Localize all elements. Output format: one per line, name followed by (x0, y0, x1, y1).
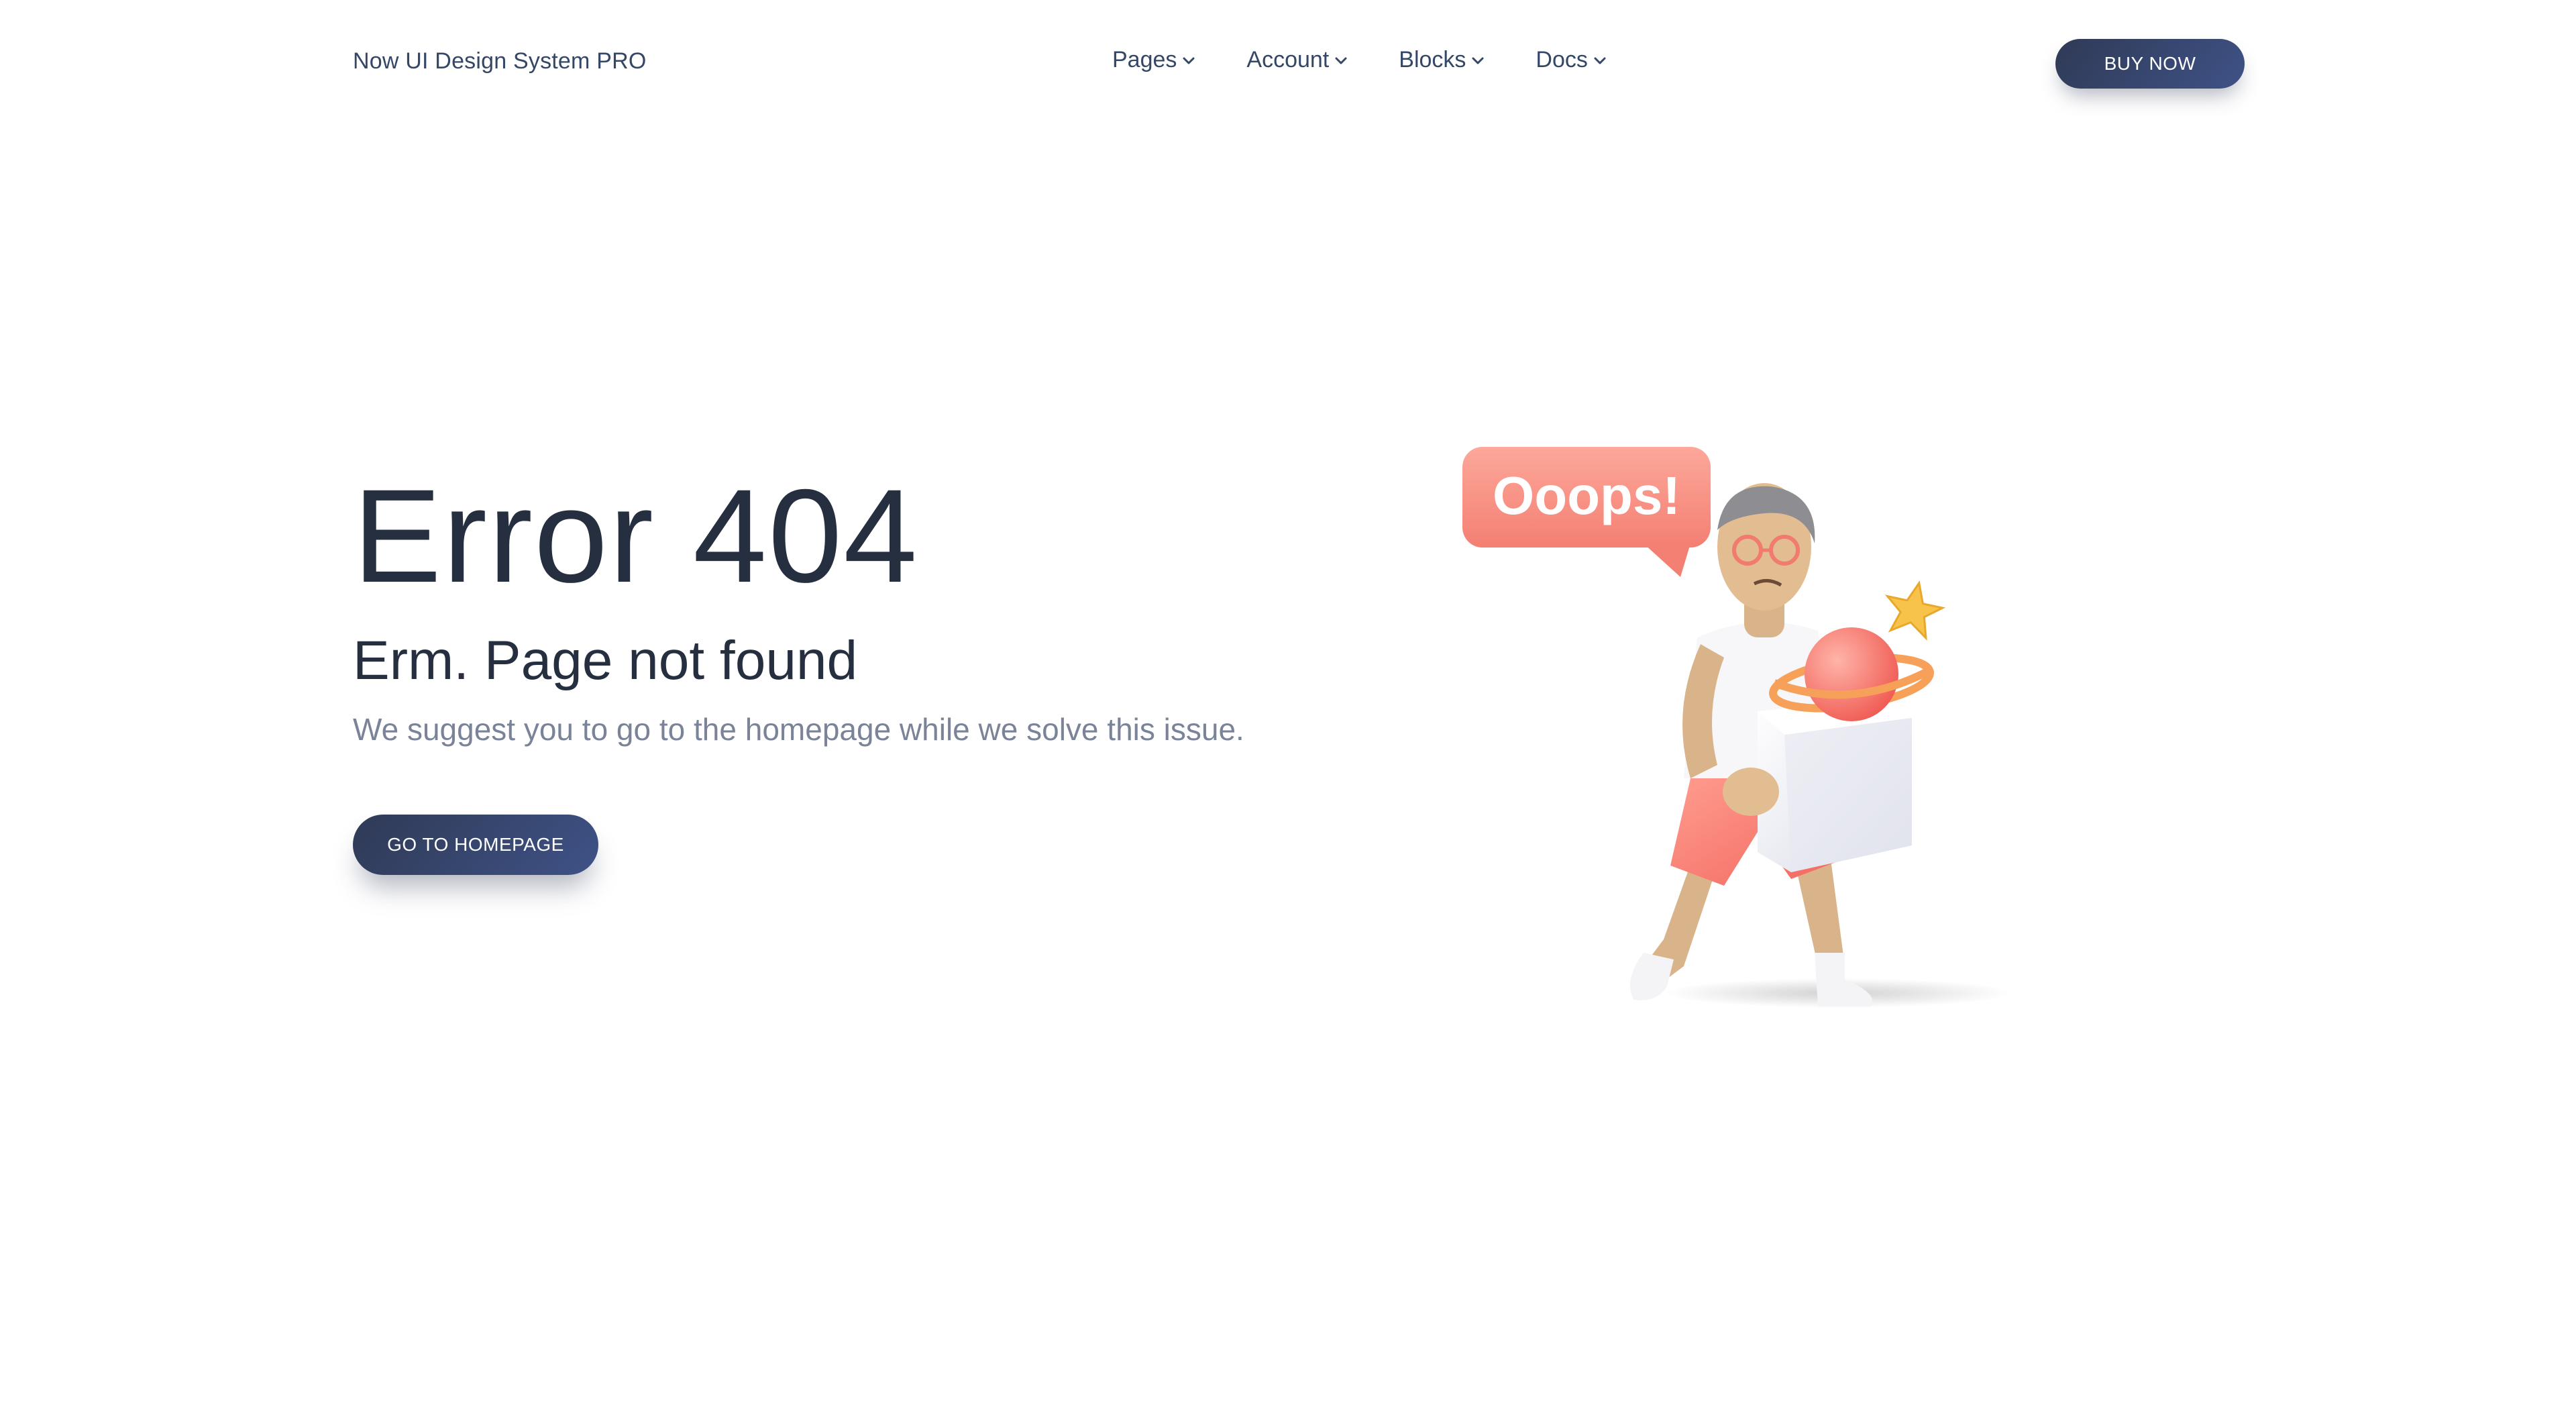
nav-item-label: Blocks (1399, 47, 1466, 72)
box (1758, 698, 1912, 872)
chevron-down-icon (1472, 57, 1484, 64)
nav-item-label: Account (1246, 47, 1330, 72)
go-to-homepage-button[interactable]: GO TO HOMEPAGE (353, 815, 598, 876)
nav-item-blocks[interactable]: Blocks (1399, 47, 1486, 73)
nav-links: Pages Account Blocks Docs (1112, 47, 1608, 73)
error-title: Error 404 (353, 462, 919, 610)
buy-now-button[interactable]: BUY NOW (2055, 39, 2245, 89)
nav-item-label: Docs (1536, 47, 1588, 72)
svg-text:Ooops!: Ooops! (1493, 466, 1680, 525)
illustration-graphic: Ooops! (1462, 447, 2012, 1008)
star (1884, 580, 1946, 641)
chevron-down-icon (1183, 57, 1195, 64)
nav-item-pages[interactable]: Pages (1112, 47, 1197, 73)
error-subtitle: Erm. Page not found (353, 630, 858, 691)
nav-item-account[interactable]: Account (1246, 47, 1349, 73)
error-content: Error 404 Erm. Page not found We suggest… (353, 462, 1292, 876)
top-navbar: Now UI Design System PRO Pages Account B… (0, 0, 2576, 127)
brand-link[interactable]: Now UI Design System PRO (353, 48, 646, 74)
error-description: We suggest you to go to the homepage whi… (353, 712, 1244, 747)
nav-item-label: Pages (1112, 47, 1177, 72)
speech-bubble: Ooops! (1462, 447, 1711, 577)
nav-item-docs[interactable]: Docs (1536, 47, 1607, 73)
chevron-down-icon (1335, 57, 1347, 64)
person-carrying-box-illustration: Ooops! (1442, 429, 2059, 1033)
chevron-down-icon (1594, 57, 1606, 64)
